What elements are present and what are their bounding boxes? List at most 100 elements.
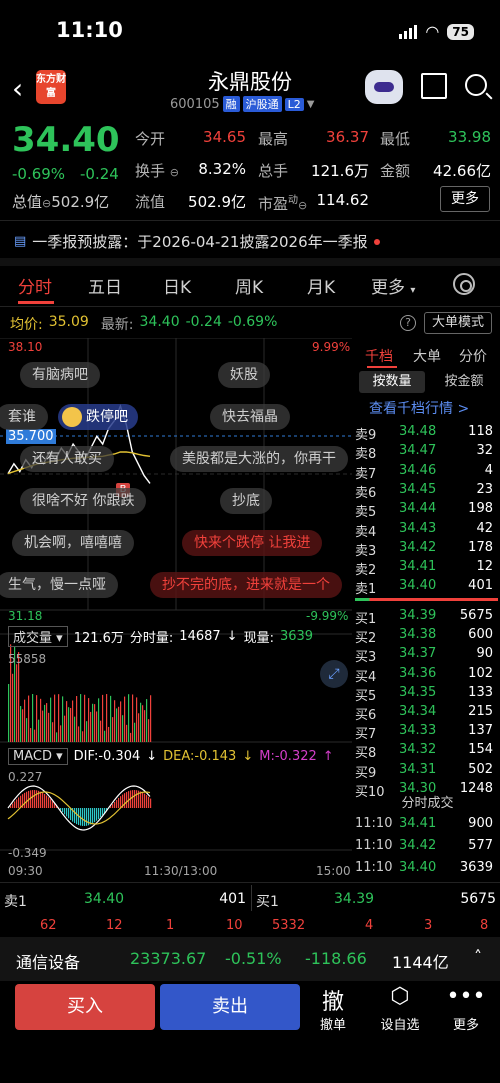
time-end: 15:00: [316, 864, 351, 878]
ask-vol: 401: [468, 578, 493, 594]
volume-bar: [116, 708, 118, 742]
ask-vol: 118: [468, 424, 493, 439]
view-thousand-link[interactable]: 查看千档行情 >: [369, 398, 469, 418]
ask-row[interactable]: 卖3 34.42 178: [355, 540, 498, 559]
gear-icon[interactable]: [453, 273, 475, 295]
tab-thousand-level[interactable]: 千档: [365, 346, 393, 366]
danmu-bubble[interactable]: 有脑病吧: [20, 362, 100, 388]
ask-row[interactable]: 卖6 34.45 23: [355, 482, 498, 501]
danmu-bubble[interactable]: 生气，慢一点哑: [0, 572, 118, 598]
volume-bar: [120, 701, 122, 742]
macd-title-button[interactable]: MACD ▾: [8, 748, 68, 765]
chart-area[interactable]: 38.10 9.99% 35.700 31.18 -9.99% 有脑病吧 妖股 …: [0, 338, 352, 878]
turnover-label: 换手 ⊖: [135, 162, 180, 180]
share-icon[interactable]: [421, 73, 447, 99]
macd-bars: [10, 790, 152, 826]
latest-change: -0.24: [185, 314, 222, 330]
ask-row[interactable]: 卖2 34.41 12: [355, 559, 498, 578]
volume-title-button[interactable]: 成交量 ▾: [8, 626, 68, 647]
status-icons: ◠ 75: [399, 22, 474, 41]
help-icon[interactable]: ?: [400, 315, 416, 331]
pe-label: 市盈动⊖: [258, 195, 308, 213]
tab-big-order[interactable]: 大单: [413, 346, 441, 366]
bid-row[interactable]: 买8 34.32 154: [355, 742, 498, 761]
bid-row[interactable]: 买2 34.38 600: [355, 627, 498, 646]
ask-row[interactable]: 卖9 34.48 118: [355, 424, 498, 443]
trade-row: 11:10 34.40 3639: [355, 860, 498, 879]
tab-daily-k[interactable]: 日K: [163, 273, 191, 298]
info-icon[interactable]: ⊖: [42, 197, 51, 210]
danmu-bubble[interactable]: 快去福晶: [210, 404, 290, 430]
tab-weekly-k[interactable]: 周K: [235, 273, 263, 298]
volume-bar: [98, 698, 100, 742]
danmu-bubble[interactable]: 美股都是大涨的，你再干: [170, 446, 348, 472]
trades-title[interactable]: 分时成交: [355, 792, 500, 811]
cancel-order-button[interactable]: 撤 撤单: [303, 984, 363, 1033]
danmu-bubble[interactable]: 快来个跌停 让我进: [182, 530, 323, 556]
ask-row[interactable]: 卖7 34.46 4: [355, 463, 498, 482]
danmu-bubble[interactable]: 还有人敢买: [20, 446, 114, 472]
trade-time: 11:10: [355, 816, 393, 831]
volume-bar: [80, 694, 82, 742]
buy-button[interactable]: 买入: [15, 984, 155, 1030]
ask-row[interactable]: 卖4 34.43 42: [355, 521, 498, 540]
time-mid: 11:30/13:00: [144, 864, 218, 878]
bid-vol: 215: [468, 704, 493, 719]
level1-row: 卖1 34.40 401 买1 34.39 5675: [0, 885, 500, 911]
ask-label: 卖7: [355, 466, 377, 482]
big-order-mode-button[interactable]: 大单模式: [424, 312, 492, 334]
bid-row[interactable]: 买6 34.34 215: [355, 704, 498, 723]
add-watchlist-button[interactable]: ⬡ 设自选: [370, 984, 430, 1033]
tab-price-split[interactable]: 分价: [459, 346, 487, 366]
volume-bar: [104, 730, 106, 742]
macd-bar: [36, 790, 38, 808]
sell-button[interactable]: 卖出: [160, 984, 300, 1030]
volume-bar: [82, 731, 84, 742]
sector-index-bar[interactable]: 通信设备 23373.67 -0.51% -118.66 1144亿 ˄: [0, 937, 500, 981]
chevron-down-icon[interactable]: ▼: [307, 99, 315, 110]
ask-row[interactable]: 卖8 34.47 32: [355, 443, 498, 462]
turnover-value: 8.32%: [198, 160, 246, 178]
ask-row[interactable]: 卖1 34.40 401: [355, 578, 498, 597]
bid-row[interactable]: 买4 34.36 102: [355, 666, 498, 685]
danmu-bubble[interactable]: 套谁: [0, 404, 48, 430]
macd-bar: [126, 792, 128, 808]
macd-bar: [14, 801, 16, 808]
tab-five-day[interactable]: 五日: [88, 273, 122, 298]
trade-price: 34.42: [399, 838, 437, 853]
bid-row[interactable]: 买9 34.31 502: [355, 762, 498, 781]
macd-bar: [116, 799, 118, 808]
ask-row[interactable]: 卖5 34.44 198: [355, 501, 498, 520]
danmu-bubble[interactable]: 机会啊，嘻嘻嘻: [12, 530, 134, 556]
macd-bar: [144, 793, 146, 808]
tab-more[interactable]: 更多 ▾: [371, 273, 415, 298]
limit-down-tag[interactable]: 跌停吧: [58, 404, 138, 430]
volume-bar: [142, 705, 144, 742]
macd-bar: [74, 808, 76, 823]
tab-intraday[interactable]: 分时: [18, 273, 52, 298]
battery-icon: 75: [447, 23, 474, 40]
expand-icon[interactable]: ⤢: [320, 660, 348, 688]
macd-bar: [48, 797, 50, 808]
danmu-bubble[interactable]: 妖股: [218, 362, 270, 388]
volume-bar: [20, 706, 22, 742]
tab-monthly-k[interactable]: 月K: [307, 273, 335, 298]
bid-row[interactable]: 买7 34.33 137: [355, 723, 498, 742]
more-actions-button[interactable]: ••• 更多: [436, 984, 496, 1033]
bid-row[interactable]: 买3 34.37 90: [355, 646, 498, 665]
volume-bar: [24, 699, 26, 742]
bid-price: 34.32: [399, 742, 437, 758]
stock-code: 600105: [170, 96, 220, 112]
robot-assistant-icon[interactable]: [365, 70, 403, 104]
subtab-by-quantity[interactable]: 按数量: [359, 371, 425, 393]
subtab-by-amount[interactable]: 按金额: [431, 371, 497, 393]
more-button[interactable]: 更多: [440, 186, 490, 212]
bid-row[interactable]: 买1 34.39 5675: [355, 608, 498, 627]
bid-row[interactable]: 买5 34.35 133: [355, 685, 498, 704]
announcement-bar[interactable]: ▤ 一季报预披露：于2026-04-21披露2026年一季报: [14, 231, 380, 252]
change-percent: -0.69%: [12, 165, 66, 183]
danmu-bubble[interactable]: 抄不完的底，进来就是一个: [150, 572, 342, 598]
danmu-bubble[interactable]: 很啥不好 你跟跌: [20, 488, 147, 514]
search-icon[interactable]: [465, 74, 487, 96]
danmu-bubble[interactable]: 抄底: [220, 488, 272, 514]
